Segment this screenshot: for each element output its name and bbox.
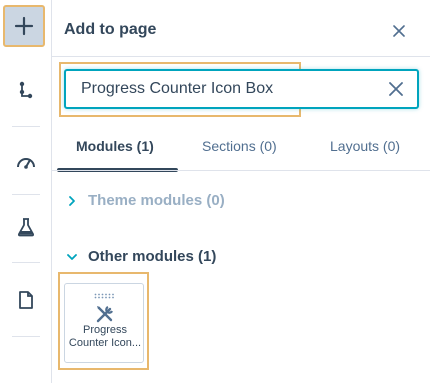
tree-button[interactable] — [4, 68, 48, 112]
beaker-icon — [17, 218, 35, 237]
rail-divider — [12, 194, 40, 195]
search-input[interactable] — [81, 71, 371, 107]
search-field[interactable] — [64, 69, 419, 109]
performance-button[interactable] — [4, 140, 48, 184]
clear-search-button[interactable] — [387, 80, 405, 98]
panel-title: Add to page — [64, 21, 157, 38]
rail-divider — [12, 262, 40, 263]
rail-divider — [12, 126, 40, 127]
test-button[interactable] — [4, 205, 48, 249]
header-divider — [52, 56, 430, 57]
module-card-label: Progress Counter Icon... — [68, 324, 142, 349]
tab-modules[interactable]: Modules (1) — [76, 138, 154, 154]
rail-divider — [12, 336, 40, 337]
tabs-divider — [52, 170, 430, 171]
chevron-down-icon — [64, 249, 80, 265]
section-label: Other modules (1) — [88, 248, 217, 265]
tree-structure-icon — [19, 81, 33, 99]
tab-layouts[interactable]: Layouts (0) — [330, 138, 400, 154]
tab-sections[interactable]: Sections (0) — [202, 138, 277, 154]
chevron-right-icon — [64, 193, 80, 209]
speedometer-icon — [17, 158, 35, 169]
module-card[interactable]: Progress Counter Icon... — [64, 283, 144, 363]
left-rail — [0, 0, 52, 383]
close-icon — [393, 25, 405, 37]
document-icon — [19, 291, 33, 309]
section-label: Theme modules (0) — [88, 192, 225, 209]
drag-handle-icon — [94, 293, 114, 299]
wrench-screwdriver-icon — [96, 306, 113, 323]
plus-icon — [14, 16, 34, 36]
tab-bar: Modules (1) Sections (0) Layouts (0) — [52, 128, 430, 172]
theme-modules-section[interactable]: Theme modules (0) — [64, 192, 225, 209]
other-modules-section[interactable]: Other modules (1) — [64, 248, 216, 265]
add-to-page-panel: Add to page Modules (1) Sections (0) Lay… — [52, 0, 430, 383]
page-button[interactable] — [4, 278, 48, 322]
close-button[interactable] — [390, 22, 408, 40]
add-button[interactable] — [3, 5, 45, 47]
close-icon — [389, 82, 403, 96]
